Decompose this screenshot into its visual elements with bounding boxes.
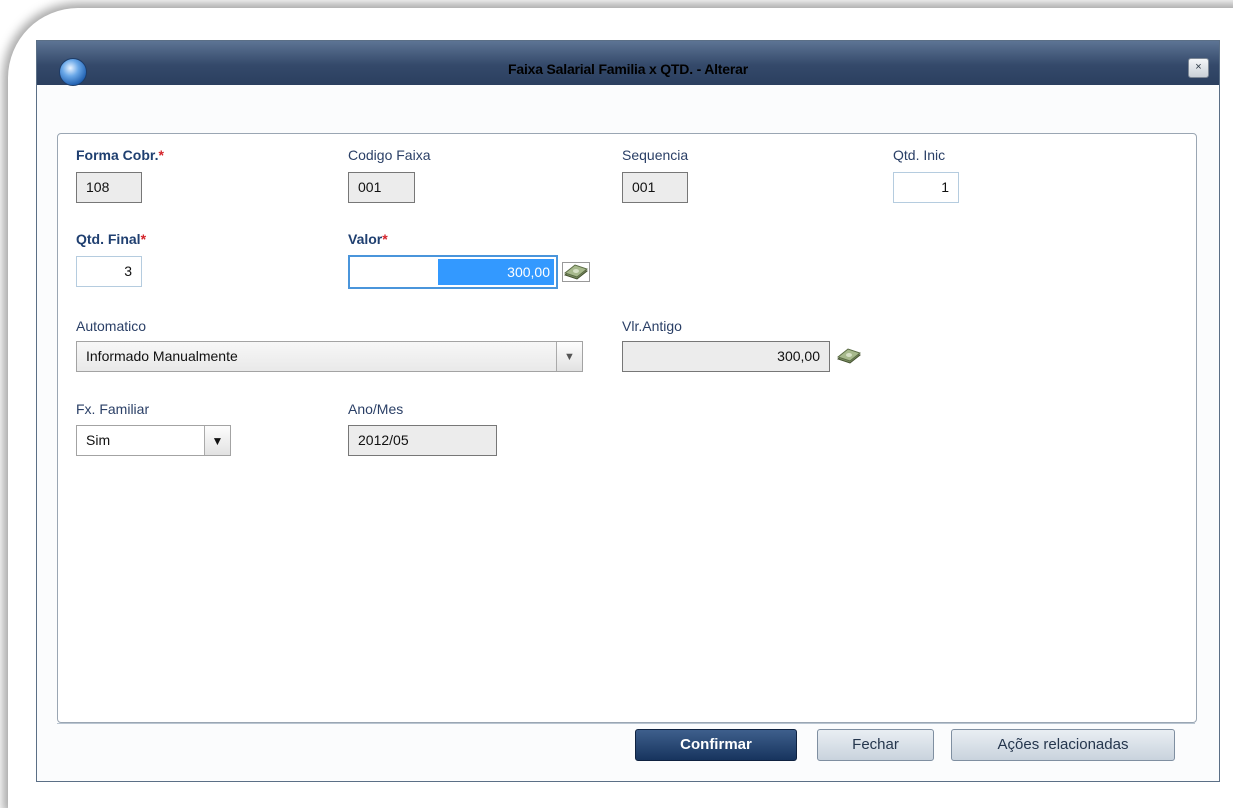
vlr-antigo-field: 300,00 <box>622 341 830 372</box>
qtd-inic-input[interactable]: 1 <box>893 172 959 203</box>
acoes-relacionadas-button[interactable]: Ações relacionadas <box>951 729 1175 761</box>
money-bills-icon[interactable] <box>835 346 863 366</box>
title-bar: Faixa Salarial Familia x QTD. - Alterar … <box>37 41 1219 86</box>
automatico-label: Automatico <box>76 318 147 334</box>
forma-cobr-label: Forma Cobr.* <box>76 147 164 163</box>
fechar-button[interactable]: Fechar <box>817 729 934 761</box>
qtd-final-label: Qtd. Final* <box>76 231 147 247</box>
valor-input[interactable]: 300,00 <box>348 255 558 289</box>
ano-mes-label: Ano/Mes <box>348 401 404 417</box>
chevron-down-icon[interactable]: ▼ <box>556 342 582 371</box>
money-bills-icon[interactable] <box>562 262 590 282</box>
fx-familiar-select[interactable]: Sim ▼ <box>76 425 231 456</box>
automatico-select[interactable]: Informado Manualmente ▼ <box>76 341 583 372</box>
sequencia-label: Sequencia <box>622 147 689 163</box>
qtd-final-input[interactable]: 3 <box>76 256 142 287</box>
vlr-antigo-label: Vlr.Antigo <box>622 318 682 334</box>
fx-familiar-select-value: Sim <box>86 432 111 448</box>
automatico-select-value: Informado Manualmente <box>86 348 238 364</box>
forma-cobr-field: 108 <box>76 172 142 203</box>
dialog-window: Faixa Salarial Familia x QTD. - Alterar … <box>36 40 1220 782</box>
footer-divider <box>57 723 1195 724</box>
codigo-faixa-label: Codigo Faixa <box>348 147 431 163</box>
close-button[interactable]: × <box>1188 58 1209 78</box>
form-panel: Forma Cobr.* 108 Codigo Faixa 001 Sequen… <box>57 133 1197 723</box>
valor-selected-text: 300,00 <box>438 259 554 285</box>
fx-familiar-label: Fx. Familiar <box>76 401 150 417</box>
confirmar-button[interactable]: Confirmar <box>635 729 797 761</box>
ano-mes-field: 2012/05 <box>348 425 497 456</box>
valor-label: Valor* <box>348 231 388 247</box>
qtd-inic-label: Qtd. Inic <box>893 147 946 163</box>
chevron-down-icon[interactable]: ▼ <box>204 426 230 455</box>
codigo-faixa-field: 001 <box>348 172 415 203</box>
window-title: Faixa Salarial Familia x QTD. - Alterar <box>508 61 748 77</box>
sequencia-field: 001 <box>622 172 688 203</box>
